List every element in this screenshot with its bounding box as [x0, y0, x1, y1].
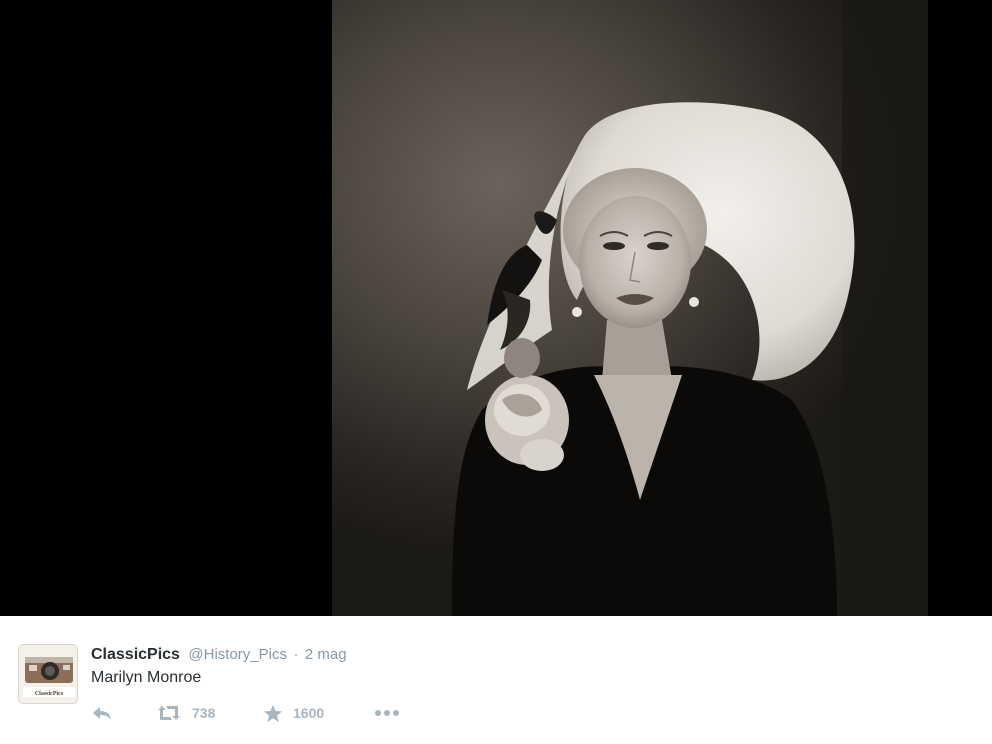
camera-icon: ClassicPics	[19, 645, 77, 703]
star-icon	[264, 704, 282, 722]
timestamp[interactable]: 2 mag	[305, 646, 347, 663]
tweet[interactable]: ClassicPics ClassicPics @History_Pics · …	[0, 616, 992, 744]
avatar[interactable]: ClassicPics	[18, 644, 78, 704]
more-button[interactable]	[374, 702, 400, 724]
reply-button[interactable]	[91, 702, 113, 724]
tweet-actions: 738 1600	[91, 702, 491, 724]
separator: ·	[293, 646, 299, 663]
tweet-media[interactable]	[0, 0, 992, 616]
tweet-photo[interactable]	[332, 0, 928, 616]
retweet-button[interactable]: 738	[156, 702, 215, 724]
reply-icon	[93, 707, 111, 720]
username-handle[interactable]: @History_Pics	[188, 646, 287, 663]
display-name[interactable]: ClassicPics	[91, 646, 180, 663]
favorite-button[interactable]: 1600	[263, 702, 324, 724]
tweet-header: ClassicPics @History_Pics · 2 mag	[91, 645, 347, 665]
retweet-count[interactable]: 738	[192, 705, 215, 721]
retweet-icon	[158, 706, 180, 720]
photo-illustration	[452, 0, 928, 616]
tweet-text: Marilyn Monroe	[91, 669, 202, 686]
avatar-label: ClassicPics	[35, 691, 64, 697]
more-dots-icon	[375, 710, 399, 716]
favorite-count[interactable]: 1600	[293, 705, 324, 721]
